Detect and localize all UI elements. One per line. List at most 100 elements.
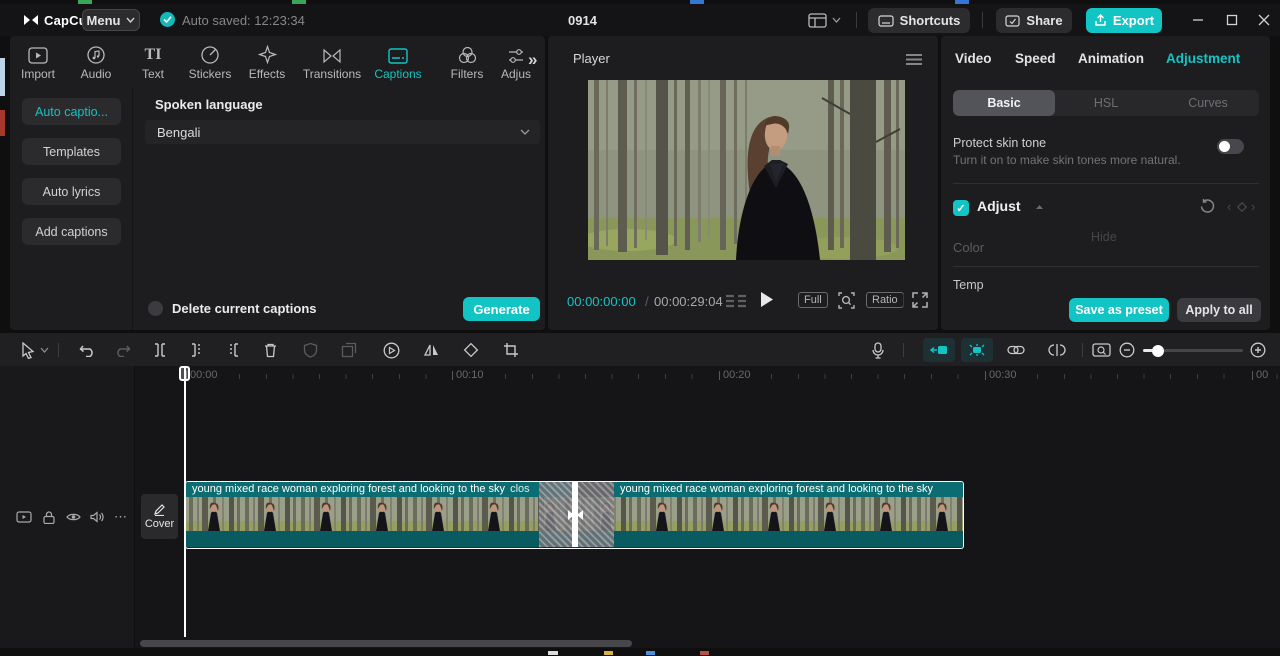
- expand-tabs-chevron[interactable]: »: [528, 50, 537, 70]
- next-keyframe-icon[interactable]: ›: [1251, 199, 1255, 214]
- magnetic-timeline-toggle[interactable]: [961, 338, 993, 362]
- video-clip[interactable]: young mixed race woman exploring forest …: [186, 482, 574, 547]
- reset-icon[interactable]: [1199, 198, 1215, 214]
- lock-track-icon[interactable]: [40, 508, 58, 526]
- sidebar-label: Auto lyrics: [42, 184, 101, 199]
- prev-keyframe-icon[interactable]: ‹: [1227, 199, 1231, 214]
- track-more-icon[interactable]: ⋯: [112, 508, 130, 526]
- export-icon: [1095, 14, 1106, 26]
- autosave-status: Auto saved: 12:23:34: [182, 13, 305, 28]
- zoom-in-icon[interactable]: [1246, 338, 1270, 362]
- delete-icon[interactable]: [258, 338, 282, 362]
- full-button[interactable]: Full: [798, 292, 828, 308]
- divider: [903, 294, 904, 307]
- tab-video[interactable]: Video: [955, 51, 992, 66]
- ratio-button[interactable]: Ratio: [866, 292, 904, 308]
- divider: [58, 343, 59, 357]
- undo-icon[interactable]: [76, 338, 100, 362]
- tab-stickers[interactable]: Stickers: [178, 42, 242, 86]
- subtab-curves[interactable]: Curves: [1157, 90, 1259, 116]
- close-button[interactable]: [1250, 7, 1278, 33]
- generate-label: Generate: [473, 301, 530, 317]
- mute-track-icon[interactable]: [88, 508, 106, 526]
- tab-animation[interactable]: Animation: [1078, 51, 1144, 66]
- protect-skin-tone-toggle[interactable]: [1217, 139, 1244, 154]
- playhead-line[interactable]: [184, 366, 186, 637]
- freeze-icon[interactable]: [298, 338, 322, 362]
- keyframe-diamond-icon[interactable]: [1237, 202, 1247, 212]
- tab-transitions[interactable]: Transitions: [290, 42, 374, 86]
- transition-icon[interactable]: [567, 509, 584, 521]
- player-menu-icon[interactable]: [905, 53, 923, 66]
- tab-adjustment[interactable]: Adjustment: [1166, 51, 1240, 66]
- tab-effects[interactable]: Effects: [237, 42, 297, 86]
- delete-right-icon[interactable]: [221, 338, 245, 362]
- timeline-scrollbar[interactable]: [140, 640, 632, 647]
- edit-cover-button[interactable]: Cover: [141, 494, 178, 539]
- speed-icon[interactable]: [379, 338, 403, 362]
- layout-icon[interactable]: [808, 13, 827, 28]
- fullscreen-icon[interactable]: [912, 292, 928, 308]
- preview-quality-icon[interactable]: [1089, 338, 1113, 362]
- divider: [953, 183, 1259, 184]
- video-preview[interactable]: [588, 80, 905, 260]
- auto-snap-toggle[interactable]: [923, 338, 955, 362]
- zoom-slider-knob[interactable]: [1152, 344, 1164, 357]
- mirror-icon[interactable]: [419, 338, 443, 362]
- share-button[interactable]: Share: [996, 8, 1072, 33]
- apply-to-all-button[interactable]: Apply to all: [1177, 298, 1261, 322]
- menu-button[interactable]: Menu: [82, 9, 140, 31]
- adjust-checkbox[interactable]: ✓: [953, 200, 969, 216]
- record-voiceover-icon[interactable]: [866, 338, 890, 362]
- select-tool-caret-icon[interactable]: [38, 338, 50, 362]
- link-icon[interactable]: [1004, 338, 1028, 362]
- export-button[interactable]: Export: [1086, 8, 1162, 33]
- delete-left-icon[interactable]: [185, 338, 209, 362]
- split-icon[interactable]: [148, 338, 172, 362]
- generate-button[interactable]: Generate: [463, 297, 540, 321]
- tab-text[interactable]: TI Text: [125, 42, 181, 86]
- video-clip[interactable]: young mixed race woman exploring forest …: [578, 482, 963, 547]
- sidebar-item-templates[interactable]: Templates: [22, 138, 121, 165]
- select-tool-icon[interactable]: [16, 338, 40, 362]
- tab-speed[interactable]: Speed: [1015, 51, 1056, 66]
- toggle-visibility-icon[interactable]: [64, 508, 82, 526]
- playhead-handle[interactable]: [179, 366, 190, 381]
- redo-icon[interactable]: [110, 338, 134, 362]
- rotate-icon[interactable]: [459, 338, 483, 362]
- overlay-icon[interactable]: [337, 338, 361, 362]
- preview-zoom-icon[interactable]: [838, 292, 855, 309]
- tab-label: Import: [20, 67, 55, 81]
- tab-filters[interactable]: Filters: [438, 42, 496, 86]
- project-title: 0914: [568, 13, 597, 28]
- selected-clip-group[interactable]: young mixed race woman exploring forest …: [185, 481, 964, 549]
- ruler-label: 00:10: [449, 369, 487, 381]
- subtab-hsl[interactable]: HSL: [1055, 90, 1157, 116]
- tab-audio[interactable]: Audio: [68, 42, 124, 86]
- stickers-icon: [178, 42, 242, 64]
- delete-captions-checkbox[interactable]: [148, 301, 163, 316]
- sidebar-item-add-captions[interactable]: Add captions: [22, 218, 121, 245]
- save-as-preset-button[interactable]: Save as preset: [1069, 298, 1169, 322]
- crop-icon[interactable]: [499, 338, 523, 362]
- subtab-basic[interactable]: Basic: [953, 90, 1055, 116]
- play-button[interactable]: [760, 291, 774, 308]
- language-value: Bengali: [157, 124, 201, 140]
- chevron-down-icon: [520, 129, 530, 135]
- unlink-icon[interactable]: [1045, 338, 1069, 362]
- shortcuts-button[interactable]: Shortcuts: [868, 8, 970, 33]
- language-select[interactable]: Bengali: [145, 120, 540, 144]
- zoom-out-icon[interactable]: [1115, 338, 1139, 362]
- text-icon: TI: [144, 46, 162, 63]
- frame-view-icon[interactable]: [725, 294, 747, 308]
- minimize-button[interactable]: [1184, 7, 1212, 33]
- timeline-zoom-slider[interactable]: [1143, 344, 1243, 357]
- maximize-button[interactable]: [1218, 7, 1246, 33]
- sidebar-item-auto-lyrics[interactable]: Auto lyrics: [22, 178, 121, 205]
- player-title: Player: [573, 51, 610, 66]
- tab-captions[interactable]: Captions: [365, 42, 431, 86]
- collapse-caret-icon[interactable]: [1035, 204, 1044, 210]
- layout-caret-icon[interactable]: [832, 17, 841, 23]
- tab-import[interactable]: Import: [10, 42, 66, 86]
- sidebar-item-auto-captions[interactable]: Auto captio...: [22, 98, 121, 125]
